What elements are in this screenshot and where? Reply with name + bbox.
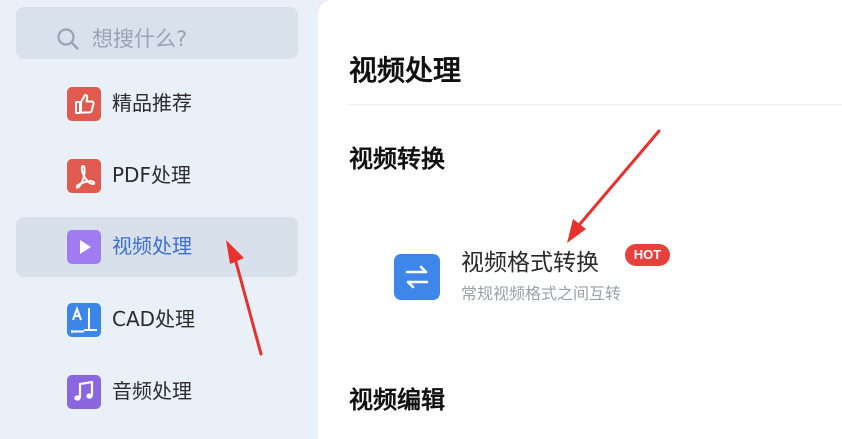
- tool-description: 常规视频格式之间互转: [461, 284, 622, 303]
- pdf-icon: [67, 159, 101, 193]
- sidebar-item-label: 视频处理: [112, 234, 192, 258]
- play-icon: [67, 230, 101, 264]
- sidebar-item-cad[interactable]: CAD处理: [16, 290, 298, 350]
- sidebar: 想搜什么? 精品推荐 PDF处理 视频处理 CAD处理 音频处理: [0, 0, 318, 439]
- tool-name: 视频格式转换: [461, 250, 599, 276]
- sidebar-item-video[interactable]: 视频处理: [16, 217, 298, 277]
- thumbs-up-icon: [67, 87, 101, 121]
- swap-arrows-icon: [394, 254, 440, 300]
- tool-card-video-format-convert[interactable]: 视频格式转换 HOT 常规视频格式之间互转: [392, 240, 712, 310]
- section-title-video-convert: 视频转换: [349, 145, 445, 173]
- sidebar-item-label: 音频处理: [112, 379, 192, 403]
- sidebar-item-audio[interactable]: 音频处理: [16, 362, 298, 422]
- hot-badge: HOT: [625, 244, 670, 266]
- sidebar-item-label: PDF处理: [112, 163, 191, 187]
- sidebar-item-label: 精品推荐: [112, 91, 192, 115]
- page-title: 视频处理: [349, 54, 462, 87]
- section-title-video-edit: 视频编辑: [349, 386, 445, 414]
- search-icon: [57, 28, 79, 50]
- search-input[interactable]: 想搜什么?: [92, 25, 187, 53]
- sidebar-item-recommended[interactable]: 精品推荐: [16, 74, 298, 134]
- sidebar-item-pdf[interactable]: PDF处理: [16, 146, 298, 206]
- search-box[interactable]: 想搜什么?: [16, 7, 298, 59]
- main-panel: 视频处理 视频转换 视频格式转换 HOT 常规视频格式之间互转 视频编辑: [318, 0, 842, 439]
- sidebar-item-label: CAD处理: [112, 307, 196, 331]
- music-note-icon: [67, 375, 101, 409]
- cad-icon: [67, 303, 101, 337]
- divider: [348, 104, 842, 105]
